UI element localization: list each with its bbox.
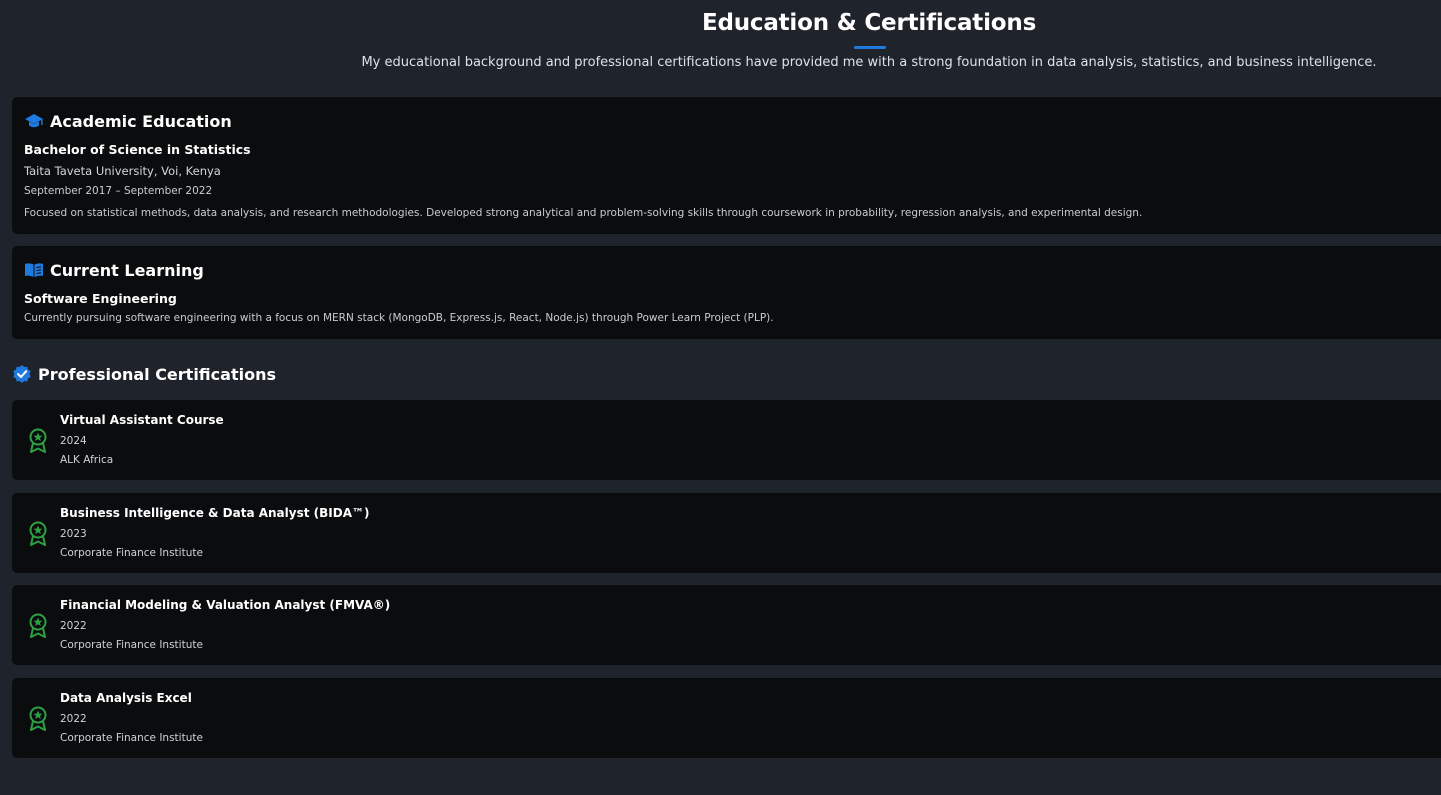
current-learning-title: Current Learning — [50, 260, 204, 280]
education-description: Focused on statistical methods, data ana… — [24, 207, 1143, 219]
certification-name: Financial Modeling & Valuation Analyst (… — [60, 598, 391, 612]
certification-year: 2022 — [60, 620, 87, 632]
certification-issuer: ALK Africa — [60, 454, 114, 466]
education-dates: September 2017 – September 2022 — [24, 185, 213, 197]
current-learning-heading: Current Learning — [24, 260, 204, 280]
certification-issuer: Corporate Finance Institute — [60, 732, 203, 744]
certification-name: Data Analysis Excel — [60, 691, 192, 705]
program-description: Currently pursuing software engineering … — [24, 312, 774, 324]
certifications-title: Professional Certifications — [38, 364, 276, 384]
certification-issuer: Corporate Finance Institute — [60, 639, 203, 651]
academic-education-card: Academic Education Bachelor of Science i… — [12, 97, 1441, 234]
academic-education-heading: Academic Education — [24, 111, 232, 131]
certification-year: 2024 — [60, 435, 87, 447]
academic-education-title: Academic Education — [50, 111, 232, 131]
current-learning-card: Current Learning Software Engineering Cu… — [12, 246, 1441, 339]
award-ribbon-icon — [26, 706, 50, 732]
certification-issuer: Corporate Finance Institute — [60, 547, 203, 559]
page-title: Education & Certifications — [701, 10, 1037, 36]
page-subtitle: My educational background and profession… — [361, 55, 1377, 70]
certification-year: 2022 — [60, 713, 87, 725]
certification-card: Data Analysis Excel 2022 Corporate Finan… — [12, 678, 1441, 758]
certification-name: Business Intelligence & Data Analyst (BI… — [60, 506, 370, 520]
program-title: Software Engineering — [24, 291, 177, 306]
certifications-heading: Professional Certifications — [12, 364, 276, 384]
certification-card: Business Intelligence & Data Analyst (BI… — [12, 493, 1441, 573]
certification-name: Virtual Assistant Course — [60, 413, 224, 427]
certification-card: Virtual Assistant Course 2024 ALK Africa — [12, 400, 1441, 480]
award-ribbon-icon — [26, 521, 50, 547]
award-ribbon-icon — [26, 613, 50, 639]
certification-card: Financial Modeling & Valuation Analyst (… — [12, 585, 1441, 665]
book-open-icon — [24, 260, 44, 280]
section-header: Education & Certifications My educationa… — [0, 0, 1441, 90]
certification-year: 2023 — [60, 528, 87, 540]
title-underline — [854, 46, 886, 49]
graduation-cap-icon — [24, 111, 44, 131]
degree-title: Bachelor of Science in Statistics — [24, 142, 251, 157]
verified-badge-icon — [12, 364, 32, 384]
school-name: Taita Taveta University, Voi, Kenya — [24, 164, 221, 178]
award-ribbon-icon — [26, 428, 50, 454]
